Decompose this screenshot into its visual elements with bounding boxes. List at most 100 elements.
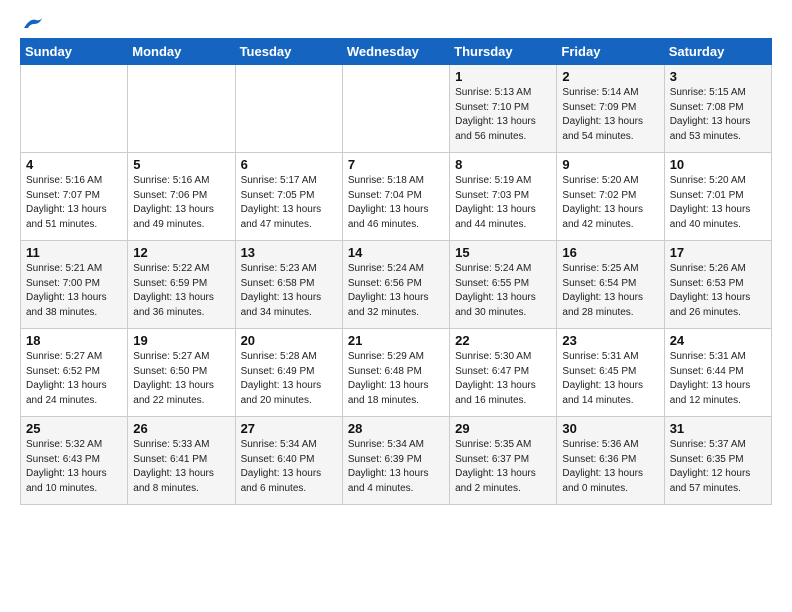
day-info: Sunrise: 5:20 AM Sunset: 7:01 PM Dayligh…	[670, 174, 766, 232]
day-number: 20	[241, 333, 337, 348]
logo-bird-icon	[22, 16, 44, 32]
day-info: Sunrise: 5:24 AM Sunset: 6:56 PM Dayligh…	[348, 262, 444, 320]
calendar-cell: 6 Sunrise: 5:17 AM Sunset: 7:05 PM Daylig…	[235, 153, 342, 241]
day-info: Sunrise: 5:19 AM Sunset: 7:03 PM Dayligh…	[455, 174, 551, 232]
calendar-cell: 8 Sunrise: 5:19 AM Sunset: 7:03 PM Daylig…	[450, 153, 557, 241]
day-number: 11	[26, 245, 122, 260]
day-number: 14	[348, 245, 444, 260]
column-header-sunday: Sunday	[21, 39, 128, 65]
calendar-cell: 15Sunrise: 5:24 AM Sunset: 6:55 PM Dayli…	[450, 241, 557, 329]
calendar-cell: 23 Sunrise: 5:31 AM Sunset: 6:45 PM Dayli…	[557, 329, 664, 417]
calendar-header-row: SundayMondayTuesdayWednesdayThursdayFrid…	[21, 39, 772, 65]
calendar-cell	[342, 65, 449, 153]
calendar-cell: 5 Sunrise: 5:16 AM Sunset: 7:06 PM Daylig…	[128, 153, 235, 241]
day-number: 28	[348, 421, 444, 436]
day-number: 19	[133, 333, 229, 348]
page-header	[20, 20, 772, 28]
day-info: Sunrise: 5:29 AM Sunset: 6:48 PM Dayligh…	[348, 350, 444, 408]
column-header-saturday: Saturday	[664, 39, 771, 65]
day-info: Sunrise: 5:26 AM Sunset: 6:53 PM Dayligh…	[670, 262, 766, 320]
calendar-cell: 28 Sunrise: 5:34 AM Sunset: 6:39 PM Dayli…	[342, 417, 449, 505]
day-info: Sunrise: 5:22 AM Sunset: 6:59 PM Dayligh…	[133, 262, 229, 320]
calendar-cell: 16 Sunrise: 5:25 AM Sunset: 6:54 PM Dayli…	[557, 241, 664, 329]
calendar-table: SundayMondayTuesdayWednesdayThursdayFrid…	[20, 38, 772, 505]
calendar-cell: 9Sunrise: 5:20 AM Sunset: 7:02 PM Daylig…	[557, 153, 664, 241]
calendar-cell: 4 Sunrise: 5:16 AM Sunset: 7:07 PM Daylig…	[21, 153, 128, 241]
day-number: 9	[562, 157, 658, 172]
column-header-monday: Monday	[128, 39, 235, 65]
logo	[20, 20, 44, 28]
calendar-cell: 12Sunrise: 5:22 AM Sunset: 6:59 PM Dayli…	[128, 241, 235, 329]
calendar-cell: 29Sunrise: 5:35 AM Sunset: 6:37 PM Dayli…	[450, 417, 557, 505]
day-number: 10	[670, 157, 766, 172]
calendar-cell: 17 Sunrise: 5:26 AM Sunset: 6:53 PM Dayli…	[664, 241, 771, 329]
day-number: 16	[562, 245, 658, 260]
calendar-cell: 2 Sunrise: 5:14 AM Sunset: 7:09 PM Daylig…	[557, 65, 664, 153]
calendar-cell: 18Sunrise: 5:27 AM Sunset: 6:52 PM Dayli…	[21, 329, 128, 417]
day-number: 23	[562, 333, 658, 348]
column-header-friday: Friday	[557, 39, 664, 65]
column-header-wednesday: Wednesday	[342, 39, 449, 65]
day-number: 8	[455, 157, 551, 172]
calendar-cell: 25Sunrise: 5:32 AM Sunset: 6:43 PM Dayli…	[21, 417, 128, 505]
day-info: Sunrise: 5:16 AM Sunset: 7:07 PM Dayligh…	[26, 174, 122, 232]
day-number: 31	[670, 421, 766, 436]
calendar-cell: 30Sunrise: 5:36 AM Sunset: 6:36 PM Dayli…	[557, 417, 664, 505]
day-info: Sunrise: 5:31 AM Sunset: 6:45 PM Dayligh…	[562, 350, 658, 408]
column-header-tuesday: Tuesday	[235, 39, 342, 65]
day-number: 22	[455, 333, 551, 348]
day-number: 7	[348, 157, 444, 172]
day-info: Sunrise: 5:36 AM Sunset: 6:36 PM Dayligh…	[562, 438, 658, 496]
calendar-week-3: 11 Sunrise: 5:21 AM Sunset: 7:00 PM Dayli…	[21, 241, 772, 329]
calendar-cell	[128, 65, 235, 153]
day-number: 24	[670, 333, 766, 348]
day-number: 27	[241, 421, 337, 436]
calendar-cell: 21 Sunrise: 5:29 AM Sunset: 6:48 PM Dayli…	[342, 329, 449, 417]
day-info: Sunrise: 5:34 AM Sunset: 6:39 PM Dayligh…	[348, 438, 444, 496]
day-number: 1	[455, 69, 551, 84]
day-number: 21	[348, 333, 444, 348]
day-number: 17	[670, 245, 766, 260]
calendar-cell: 13 Sunrise: 5:23 AM Sunset: 6:58 PM Dayli…	[235, 241, 342, 329]
column-header-thursday: Thursday	[450, 39, 557, 65]
day-info: Sunrise: 5:30 AM Sunset: 6:47 PM Dayligh…	[455, 350, 551, 408]
day-number: 5	[133, 157, 229, 172]
calendar-cell: 10 Sunrise: 5:20 AM Sunset: 7:01 PM Dayli…	[664, 153, 771, 241]
day-number: 13	[241, 245, 337, 260]
day-info: Sunrise: 5:25 AM Sunset: 6:54 PM Dayligh…	[562, 262, 658, 320]
calendar-cell: 24 Sunrise: 5:31 AM Sunset: 6:44 PM Dayli…	[664, 329, 771, 417]
day-info: Sunrise: 5:24 AM Sunset: 6:55 PM Dayligh…	[455, 262, 551, 320]
day-info: Sunrise: 5:15 AM Sunset: 7:08 PM Dayligh…	[670, 86, 766, 144]
day-number: 18	[26, 333, 122, 348]
day-info: Sunrise: 5:32 AM Sunset: 6:43 PM Dayligh…	[26, 438, 122, 496]
calendar-cell: 22 Sunrise: 5:30 AM Sunset: 6:47 PM Dayli…	[450, 329, 557, 417]
calendar-week-1: 1 Sunrise: 5:13 AM Sunset: 7:10 PM Daylig…	[21, 65, 772, 153]
calendar-cell: 27 Sunrise: 5:34 AM Sunset: 6:40 PM Dayli…	[235, 417, 342, 505]
calendar-cell: 20 Sunrise: 5:28 AM Sunset: 6:49 PM Dayli…	[235, 329, 342, 417]
day-number: 26	[133, 421, 229, 436]
calendar-cell: 26 Sunrise: 5:33 AM Sunset: 6:41 PM Dayli…	[128, 417, 235, 505]
day-info: Sunrise: 5:34 AM Sunset: 6:40 PM Dayligh…	[241, 438, 337, 496]
day-info: Sunrise: 5:33 AM Sunset: 6:41 PM Dayligh…	[133, 438, 229, 496]
day-number: 6	[241, 157, 337, 172]
day-info: Sunrise: 5:37 AM Sunset: 6:35 PM Dayligh…	[670, 438, 766, 496]
calendar-cell: 1 Sunrise: 5:13 AM Sunset: 7:10 PM Daylig…	[450, 65, 557, 153]
day-info: Sunrise: 5:28 AM Sunset: 6:49 PM Dayligh…	[241, 350, 337, 408]
calendar-cell: 31 Sunrise: 5:37 AM Sunset: 6:35 PM Dayli…	[664, 417, 771, 505]
calendar-cell	[21, 65, 128, 153]
day-info: Sunrise: 5:16 AM Sunset: 7:06 PM Dayligh…	[133, 174, 229, 232]
day-number: 2	[562, 69, 658, 84]
day-number: 4	[26, 157, 122, 172]
day-info: Sunrise: 5:13 AM Sunset: 7:10 PM Dayligh…	[455, 86, 551, 144]
calendar-cell: 3Sunrise: 5:15 AM Sunset: 7:08 PM Daylig…	[664, 65, 771, 153]
day-info: Sunrise: 5:21 AM Sunset: 7:00 PM Dayligh…	[26, 262, 122, 320]
day-info: Sunrise: 5:35 AM Sunset: 6:37 PM Dayligh…	[455, 438, 551, 496]
day-info: Sunrise: 5:14 AM Sunset: 7:09 PM Dayligh…	[562, 86, 658, 144]
day-info: Sunrise: 5:31 AM Sunset: 6:44 PM Dayligh…	[670, 350, 766, 408]
day-info: Sunrise: 5:18 AM Sunset: 7:04 PM Dayligh…	[348, 174, 444, 232]
day-info: Sunrise: 5:17 AM Sunset: 7:05 PM Dayligh…	[241, 174, 337, 232]
calendar-week-5: 25Sunrise: 5:32 AM Sunset: 6:43 PM Dayli…	[21, 417, 772, 505]
day-info: Sunrise: 5:27 AM Sunset: 6:50 PM Dayligh…	[133, 350, 229, 408]
day-info: Sunrise: 5:23 AM Sunset: 6:58 PM Dayligh…	[241, 262, 337, 320]
calendar-cell	[235, 65, 342, 153]
